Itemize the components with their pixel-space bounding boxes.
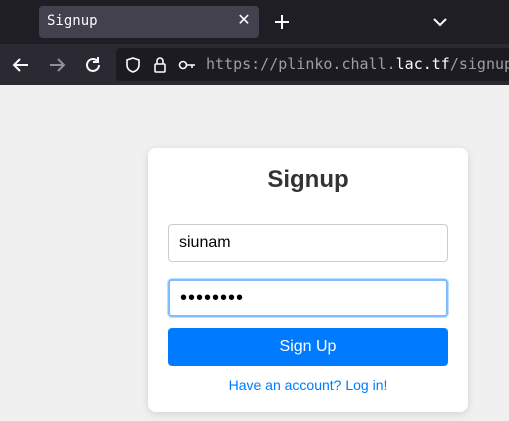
shield-icon[interactable] [124,56,142,74]
login-link[interactable]: Have an account? Log in! [148,377,468,393]
close-icon[interactable]: ✕ [237,11,251,31]
url-path: /signup [449,55,509,73]
nav-toolbar: https://plinko.chall.lac.tf/signup [0,44,509,85]
url-domain: lac.tf [395,55,450,73]
arrow-right-icon[interactable] [46,54,68,76]
signup-button[interactable]: Sign Up [168,328,448,366]
page-viewport: Signup Sign Up Have an account? Log in! [0,85,509,421]
url-text[interactable]: https://plinko.chall.lac.tf/signup [206,55,509,73]
url-bar[interactable]: https://plinko.chall.lac.tf/signup [116,48,509,81]
tab-bar: Signup ✕ [0,0,509,44]
key-icon[interactable] [178,56,196,74]
lock-icon[interactable] [151,56,169,74]
signup-card: Signup Sign Up Have an account? Log in! [148,148,468,412]
arrow-left-icon[interactable] [10,54,32,76]
browser-tab[interactable]: Signup ✕ [39,6,259,38]
url-prefix: https://plinko.chall. [206,55,396,73]
tab-title: Signup [47,13,98,29]
plus-icon[interactable] [272,10,292,34]
password-input[interactable] [168,279,448,317]
username-input[interactable] [168,224,448,262]
reload-icon[interactable] [82,54,104,76]
chevron-down-icon[interactable] [430,12,450,32]
page-title: Signup [267,166,349,193]
